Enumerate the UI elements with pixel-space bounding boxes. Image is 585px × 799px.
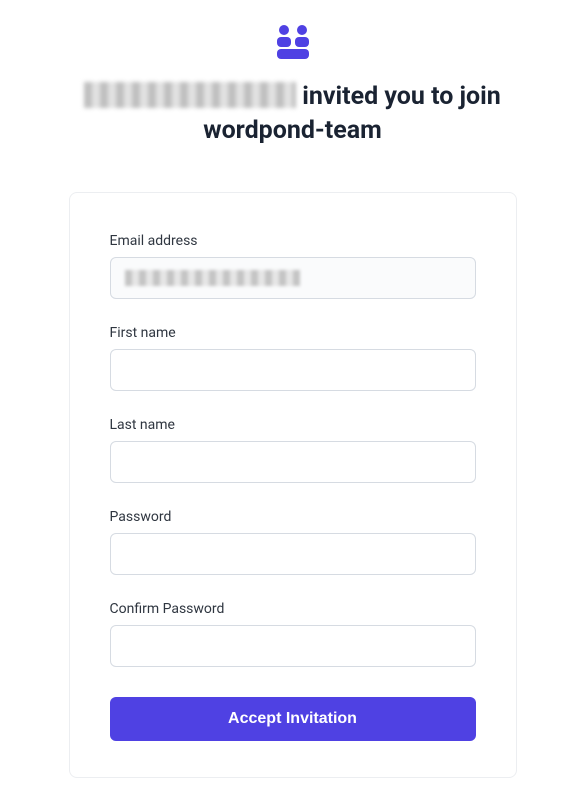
password-group: Password [110,509,476,575]
confirm-password-field[interactable] [110,625,476,667]
first-name-field[interactable] [110,349,476,391]
password-label: Password [110,509,476,525]
team-logo-icon [274,24,312,60]
password-field[interactable] [110,533,476,575]
confirm-password-group: Confirm Password [110,601,476,667]
last-name-field[interactable] [110,441,476,483]
accept-invitation-button[interactable]: Accept Invitation [110,697,476,741]
first-name-group: First name [110,325,476,391]
last-name-label: Last name [110,417,476,433]
invitation-heading: invited you to join wordpond-team [0,80,585,148]
inviter-name-redacted [84,82,296,108]
invitation-form-card: Email address First name Last name Passw… [69,192,517,778]
email-label: Email address [110,233,476,249]
logo-container [0,24,585,60]
last-name-group: Last name [110,417,476,483]
heading-middle: invited you to join [302,82,501,111]
heading-team-name: wordpond-team [203,116,382,145]
email-field[interactable] [110,257,476,299]
email-group: Email address [110,233,476,299]
first-name-label: First name [110,325,476,341]
confirm-password-label: Confirm Password [110,601,476,617]
email-value-redacted [125,270,300,286]
